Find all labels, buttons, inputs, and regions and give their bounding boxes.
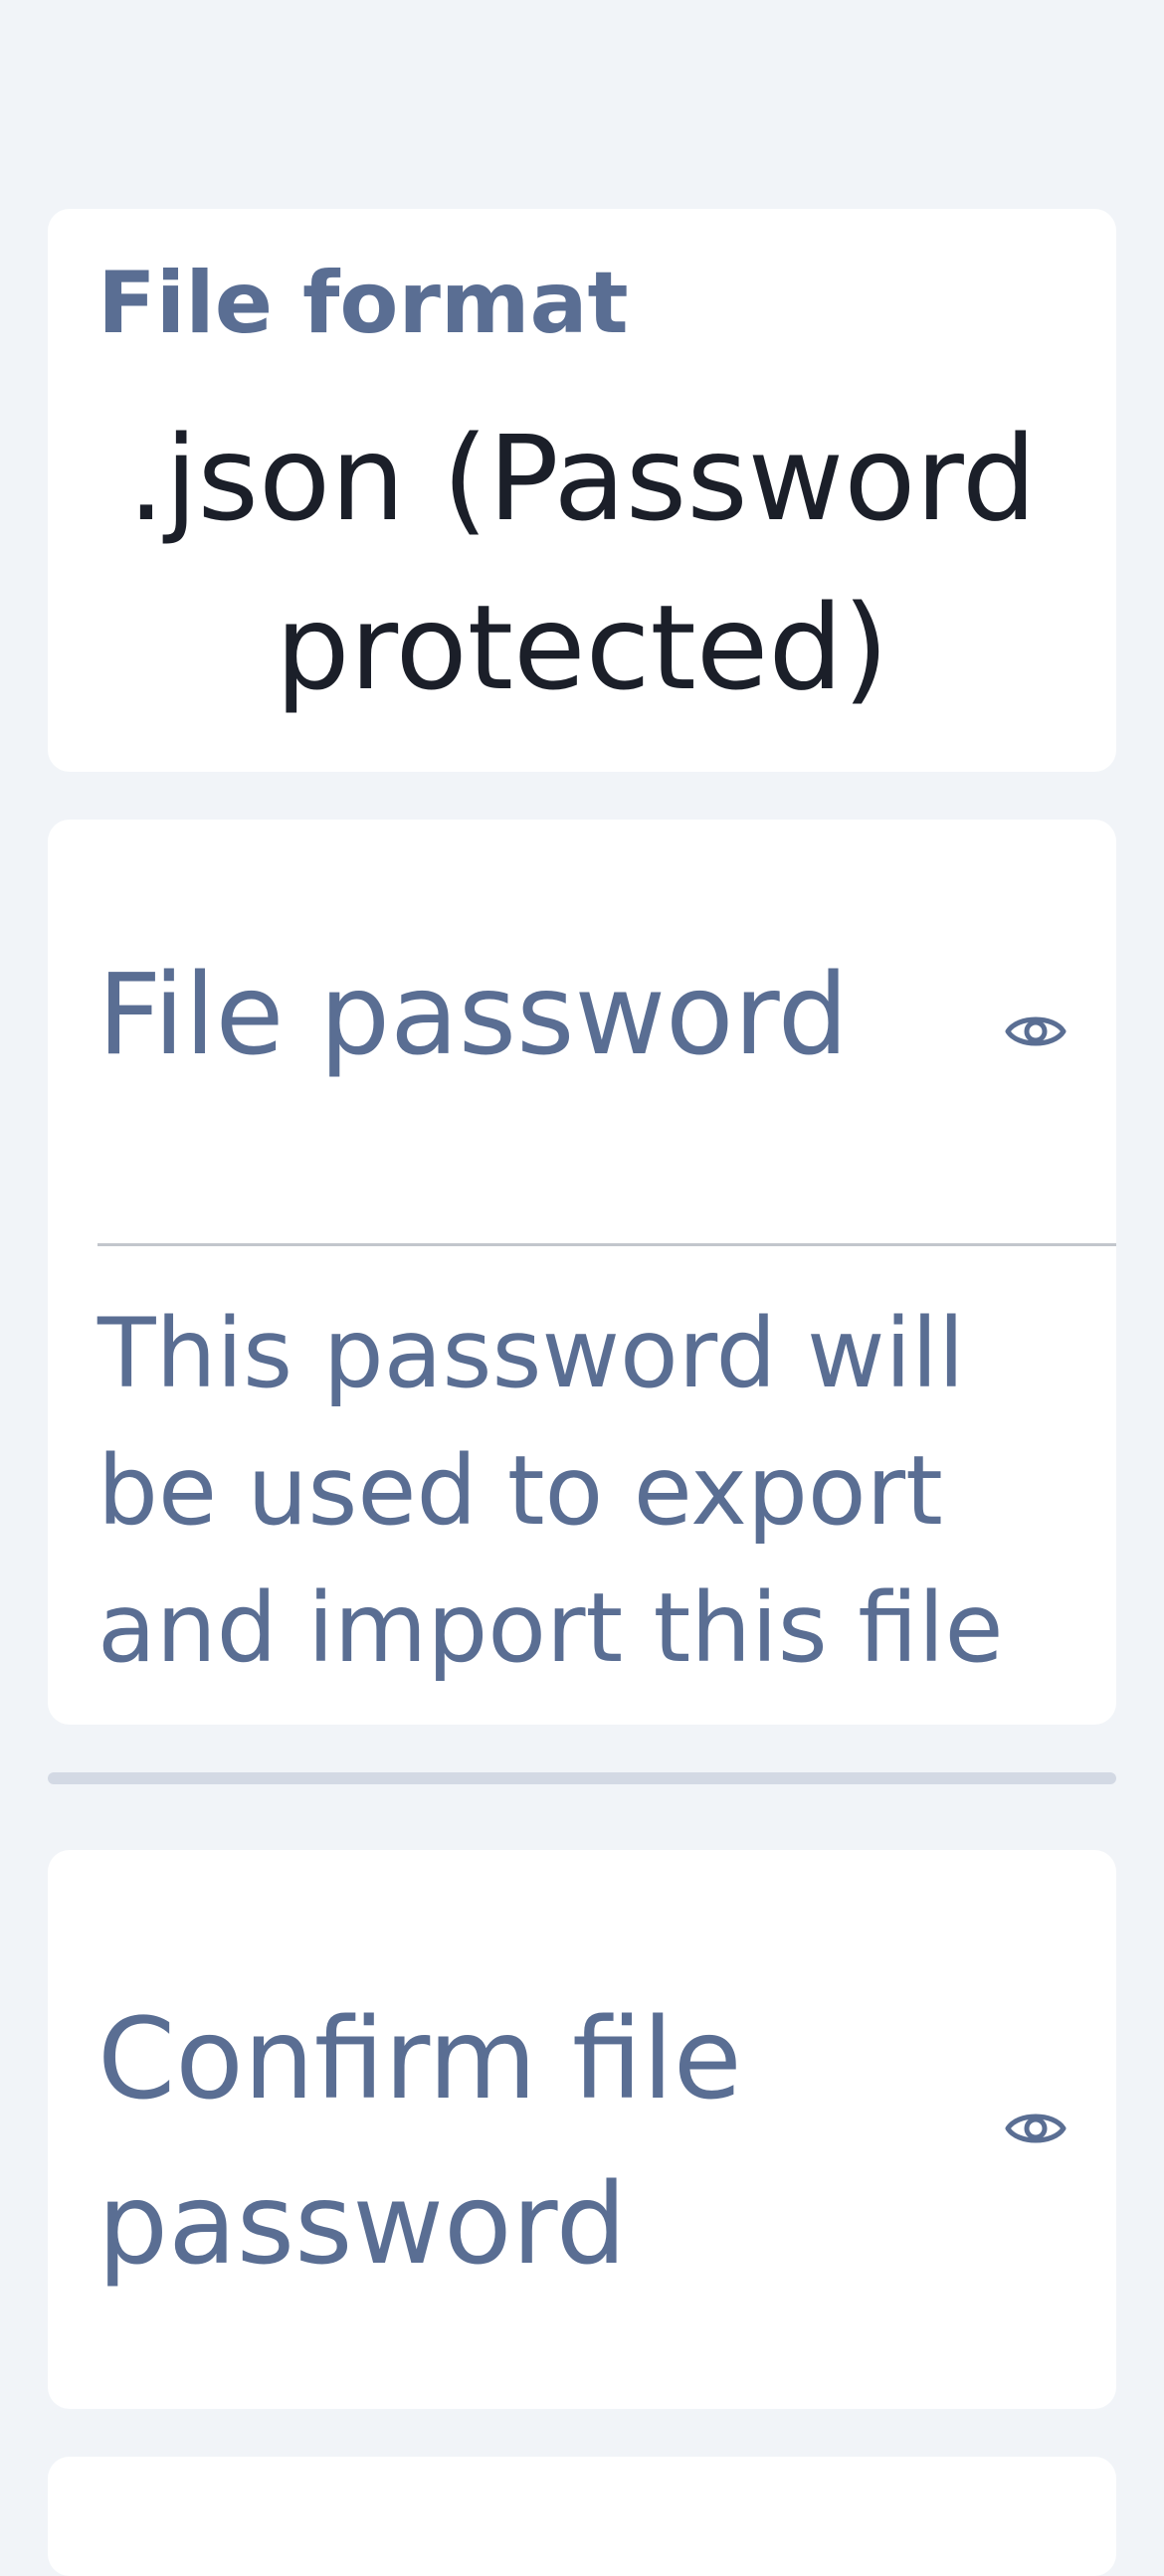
show-confirm-password-eye-icon[interactable]	[1005, 2107, 1067, 2150]
file-password-field[interactable]: File password	[97, 820, 1116, 1246]
file-format-label: File format	[97, 254, 629, 353]
file-password-helper-text: This password will be used to export and…	[97, 1298, 1004, 1684]
next-card	[48, 2457, 1116, 2576]
section-divider	[48, 1772, 1116, 1784]
confirm-password-label: Confirm file password	[97, 1995, 742, 2290]
file-format-card[interactable]: File format .json (Password protected)	[48, 209, 1116, 772]
file-password-card: File password This password will be used…	[48, 820, 1116, 1725]
file-format-value[interactable]: .json (Password protected)	[78, 394, 1086, 732]
show-password-eye-icon[interactable]	[1005, 1010, 1067, 1053]
confirm-password-card[interactable]: Confirm file password	[48, 1850, 1116, 2409]
file-password-label: File password	[97, 951, 849, 1080]
